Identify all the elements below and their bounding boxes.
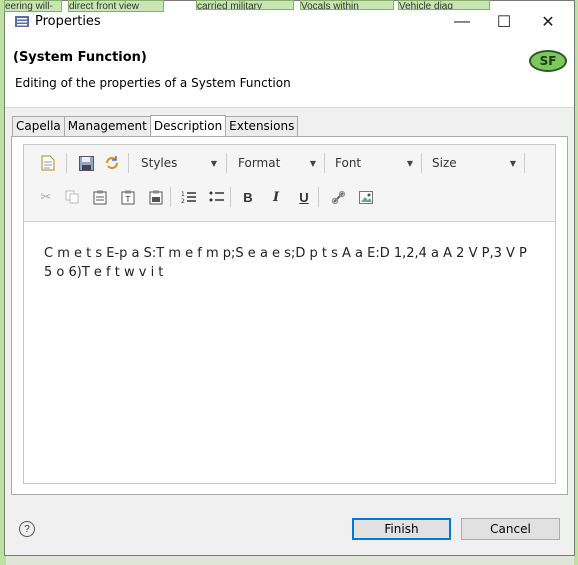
- cancel-button[interactable]: Cancel: [461, 518, 560, 540]
- description-panel: Styles ▼ Format ▼ Font ▼ Size ▼ ✂ T 1 2 …: [11, 136, 568, 495]
- styles-dropdown[interactable]: Styles ▼: [141, 153, 217, 173]
- toolbar-separator: [324, 153, 325, 173]
- chevron-down-icon: ▼: [210, 158, 217, 168]
- maximize-button[interactable]: ☐: [489, 9, 519, 35]
- svg-text:T: T: [125, 195, 131, 204]
- close-button[interactable]: ✕: [533, 9, 563, 35]
- format-dropdown[interactable]: Format ▼: [238, 153, 316, 173]
- toolbar-separator: [128, 153, 129, 173]
- chevron-down-icon: ▼: [309, 158, 316, 168]
- header-title: (System Function): [13, 50, 147, 65]
- styles-label: Styles: [141, 156, 178, 170]
- font-label: Font: [335, 156, 362, 170]
- svg-text:2: 2: [181, 198, 185, 204]
- rich-text-editor: Styles ▼ Format ▼ Font ▼ Size ▼ ✂ T 1 2 …: [23, 144, 556, 484]
- background-snippet: direct front view: [68, 0, 164, 12]
- system-function-badge-icon: SF: [529, 50, 567, 72]
- toolbar-separator: [318, 187, 319, 207]
- chevron-down-icon: ▼: [509, 158, 516, 168]
- finish-button[interactable]: Finish: [352, 518, 451, 540]
- size-label: Size: [432, 156, 457, 170]
- tab-extensions[interactable]: Extensions: [225, 116, 299, 136]
- dialog-header: (System Function) Editing of the propert…: [5, 41, 574, 108]
- size-dropdown[interactable]: Size ▼: [432, 153, 516, 173]
- editor-toolbar: Styles ▼ Format ▼ Font ▼ Size ▼ ✂ T 1 2 …: [24, 145, 555, 222]
- toolbar-separator: [66, 153, 67, 173]
- properties-dialog: Properties — ☐ ✕ (System Function) Editi…: [4, 0, 575, 556]
- image-icon[interactable]: [356, 187, 376, 207]
- save-icon[interactable]: [76, 153, 96, 173]
- new-document-icon[interactable]: [38, 153, 58, 173]
- minimize-button[interactable]: —: [447, 9, 477, 35]
- tab-description[interactable]: Description: [149, 115, 227, 137]
- paste-text-icon[interactable]: T: [118, 187, 138, 207]
- chevron-down-icon: ▼: [406, 158, 413, 168]
- numbered-list-icon[interactable]: 12: [178, 187, 198, 207]
- italic-button[interactable]: I: [266, 187, 286, 207]
- toolbar-separator: [421, 153, 422, 173]
- bullet-list-icon[interactable]: [206, 187, 226, 207]
- paste-icon[interactable]: [90, 187, 110, 207]
- bold-button[interactable]: B: [238, 187, 258, 207]
- description-text-area[interactable]: C m e t s E-p a S:T m e f m p;S e a e s;…: [24, 222, 555, 483]
- background-snippet: Vocals within: [300, 0, 394, 10]
- svg-text:1: 1: [181, 191, 185, 198]
- background-snippet: Vehicle diag: [398, 0, 490, 10]
- toolbar-separator: [230, 187, 231, 207]
- window-title: Properties: [35, 14, 101, 29]
- copy-icon[interactable]: [62, 187, 82, 207]
- tab-bar: Capella Management Description Extension…: [12, 115, 299, 137]
- underline-button[interactable]: U: [294, 187, 314, 207]
- cut-icon[interactable]: ✂: [36, 187, 56, 207]
- tab-capella[interactable]: Capella: [12, 116, 65, 136]
- link-icon[interactable]: [328, 187, 348, 207]
- font-dropdown[interactable]: Font ▼: [335, 153, 413, 173]
- format-label: Format: [238, 156, 281, 170]
- dialog-footer: ? Finish Cancel: [5, 503, 574, 555]
- paste-word-icon[interactable]: [146, 187, 166, 207]
- background-snippet: carried military: [196, 0, 294, 10]
- toolbar-separator: [226, 153, 227, 173]
- tab-management[interactable]: Management: [63, 116, 151, 136]
- toolbar-separator: [170, 187, 171, 207]
- header-subtitle: Editing of the properties of a System Fu…: [15, 76, 291, 90]
- refresh-icon[interactable]: [102, 153, 122, 173]
- help-icon[interactable]: ?: [19, 521, 35, 537]
- toolbar-separator: [524, 153, 525, 173]
- properties-icon: [15, 16, 29, 27]
- background-snippet: eering will-: [4, 0, 62, 12]
